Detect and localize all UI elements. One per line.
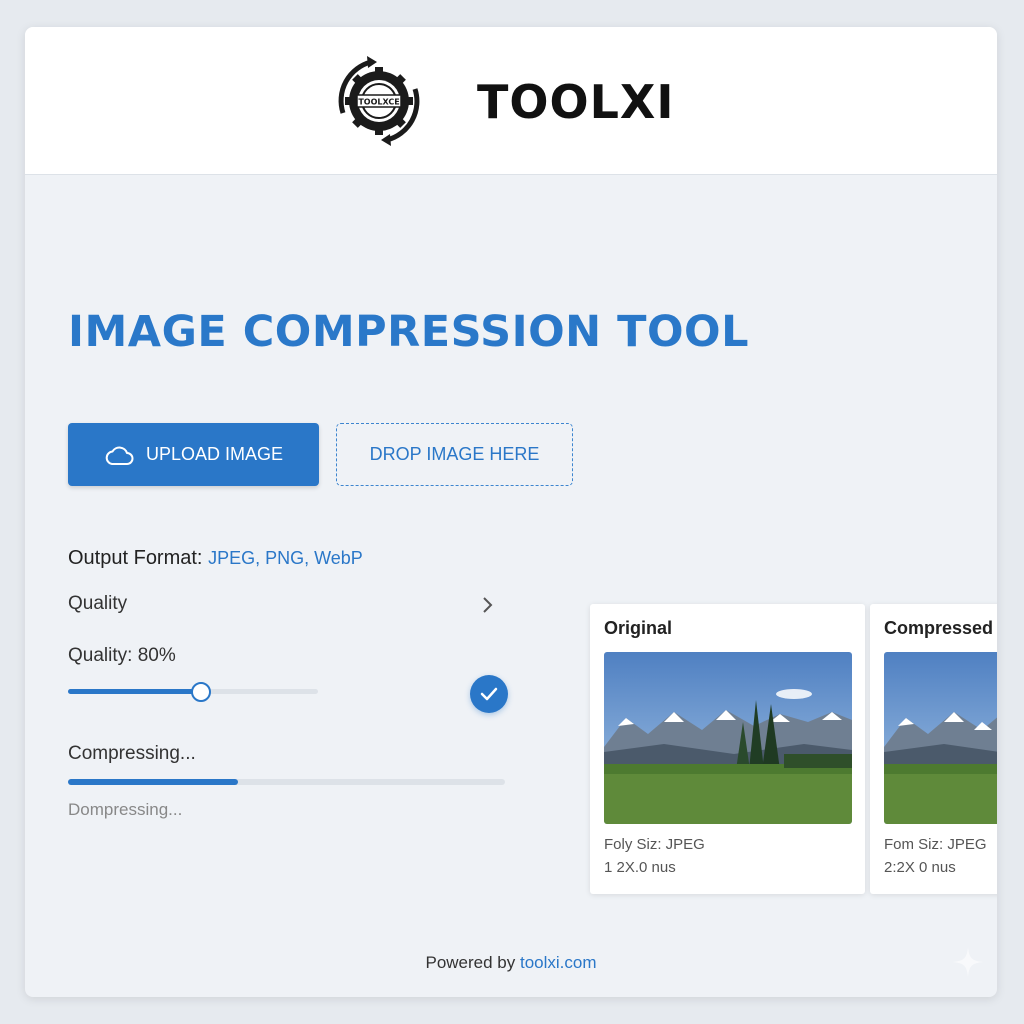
app-card: TOOLXCE TOOLXI IMAGE COMPRESSION TOOL UP…: [25, 27, 997, 997]
check-icon: [480, 687, 498, 701]
output-format: Output Format: JPEG, PNG, WebP: [68, 547, 363, 570]
upload-image-button[interactable]: UPLOAD IMAGE: [68, 423, 319, 486]
original-size: 1 2X.0 nus: [604, 859, 676, 876]
brand-name: TOOLXI: [477, 75, 675, 129]
compressing-status: Dompressing...: [68, 800, 183, 819]
sparkle-icon: [953, 947, 983, 977]
drop-image-label: DROP IMAGE HERE: [369, 444, 540, 464]
original-image: [604, 652, 852, 824]
progress-fill: [68, 779, 239, 785]
quality-value-label: Quality: 80%: [68, 645, 176, 666]
output-format-value: JPEG, PNG, WebP: [208, 548, 363, 568]
slider-fill: [68, 689, 201, 694]
gear-logo-icon: TOOLXCE: [338, 56, 420, 146]
quality-slider[interactable]: [68, 681, 318, 703]
compression-progress-bar: [68, 779, 505, 785]
original-preview-panel: Original Foly Siz: JPEG 1 2X.0 nus: [590, 604, 865, 894]
slider-thumb[interactable]: [190, 682, 211, 702]
page-title: IMAGE COMPRESSION TOOL: [68, 307, 749, 357]
compressed-image: [884, 652, 997, 824]
header: TOOLXCE TOOLXI: [25, 27, 997, 175]
chevron-right-icon: [483, 597, 493, 613]
footer-prefix: Powered by: [425, 953, 520, 972]
compressing-label: Compressing...: [68, 743, 196, 764]
compressed-format: Fom Siz: JPEG: [884, 836, 987, 853]
footer: Powered by toolxi.com: [25, 953, 997, 973]
upload-image-label: UPLOAD IMAGE: [145, 444, 284, 464]
drop-image-zone[interactable]: DROP IMAGE HERE: [336, 423, 573, 486]
logo-text: TOOLXCE: [358, 98, 399, 107]
original-title: Original: [604, 618, 673, 638]
confirm-button[interactable]: [470, 675, 508, 713]
footer-link[interactable]: toolxi.com: [520, 953, 597, 972]
quality-row-label: Quality: [68, 593, 128, 614]
cloud-upload-icon: [105, 446, 134, 465]
compressed-preview-panel: Compressed Fom Siz: JPEG 2:2X 0 nus: [870, 604, 997, 894]
compressed-title: Compressed: [884, 618, 994, 638]
output-format-label: Output Format:: [68, 547, 203, 569]
original-format: Foly Siz: JPEG: [604, 836, 705, 853]
compressed-size: 2:2X 0 nus: [884, 859, 956, 876]
quality-row[interactable]: Quality: [68, 593, 498, 621]
